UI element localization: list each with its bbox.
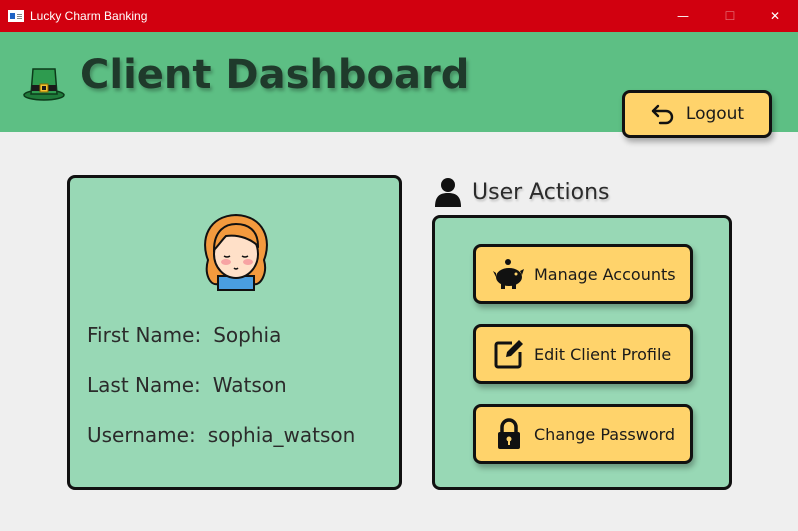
- change-password-button[interactable]: Change Password: [473, 404, 693, 464]
- user-actions-card: Manage Accounts Edit Client Profile Chan…: [432, 215, 732, 490]
- first-name-label: First Name:: [87, 323, 202, 347]
- edit-client-profile-button[interactable]: Edit Client Profile: [473, 324, 693, 384]
- piggy-bank-icon: [493, 259, 524, 289]
- first-name-row: First Name: Sophia: [87, 323, 281, 347]
- leprechaun-hat-icon: [23, 68, 65, 101]
- edit-icon: [494, 340, 523, 369]
- first-name-value: Sophia: [213, 323, 282, 347]
- username-row: Username: sophia_watson: [87, 423, 355, 447]
- user-actions-title: User Actions: [472, 179, 610, 205]
- last-name-label: Last Name:: [87, 373, 201, 397]
- lock-icon: [498, 418, 520, 449]
- manage-accounts-label: Manage Accounts: [534, 264, 676, 284]
- user-avatar: [204, 213, 268, 291]
- username-label: Username:: [87, 423, 196, 447]
- edit-client-profile-label: Edit Client Profile: [534, 344, 672, 364]
- app-icon: [8, 10, 24, 22]
- window-titlebar: Lucky Charm Banking — ☐ ✕: [0, 0, 798, 32]
- logout-label: Logout: [685, 104, 745, 124]
- dashboard-header: Client Dashboard Logout: [0, 32, 798, 138]
- last-name-value: Watson: [212, 373, 287, 397]
- username-value: sophia_watson: [207, 423, 356, 447]
- page-title: Client Dashboard: [80, 52, 470, 98]
- user-icon: [435, 178, 461, 207]
- user-actions-heading: User Actions: [434, 176, 610, 208]
- change-password-label: Change Password: [534, 424, 676, 444]
- logout-button[interactable]: Logout: [622, 90, 772, 138]
- window-title: Lucky Charm Banking: [30, 9, 148, 23]
- profile-card: First Name: Sophia Last Name: Watson Usern…: [67, 175, 402, 490]
- minimize-button[interactable]: —: [660, 0, 706, 32]
- manage-accounts-button[interactable]: Manage Accounts: [473, 244, 693, 304]
- close-button[interactable]: ✕: [752, 0, 798, 32]
- last-name-row: Last Name: Watson: [87, 373, 287, 397]
- undo-arrow-icon: [651, 104, 674, 125]
- maximize-button[interactable]: ☐: [707, 0, 753, 32]
